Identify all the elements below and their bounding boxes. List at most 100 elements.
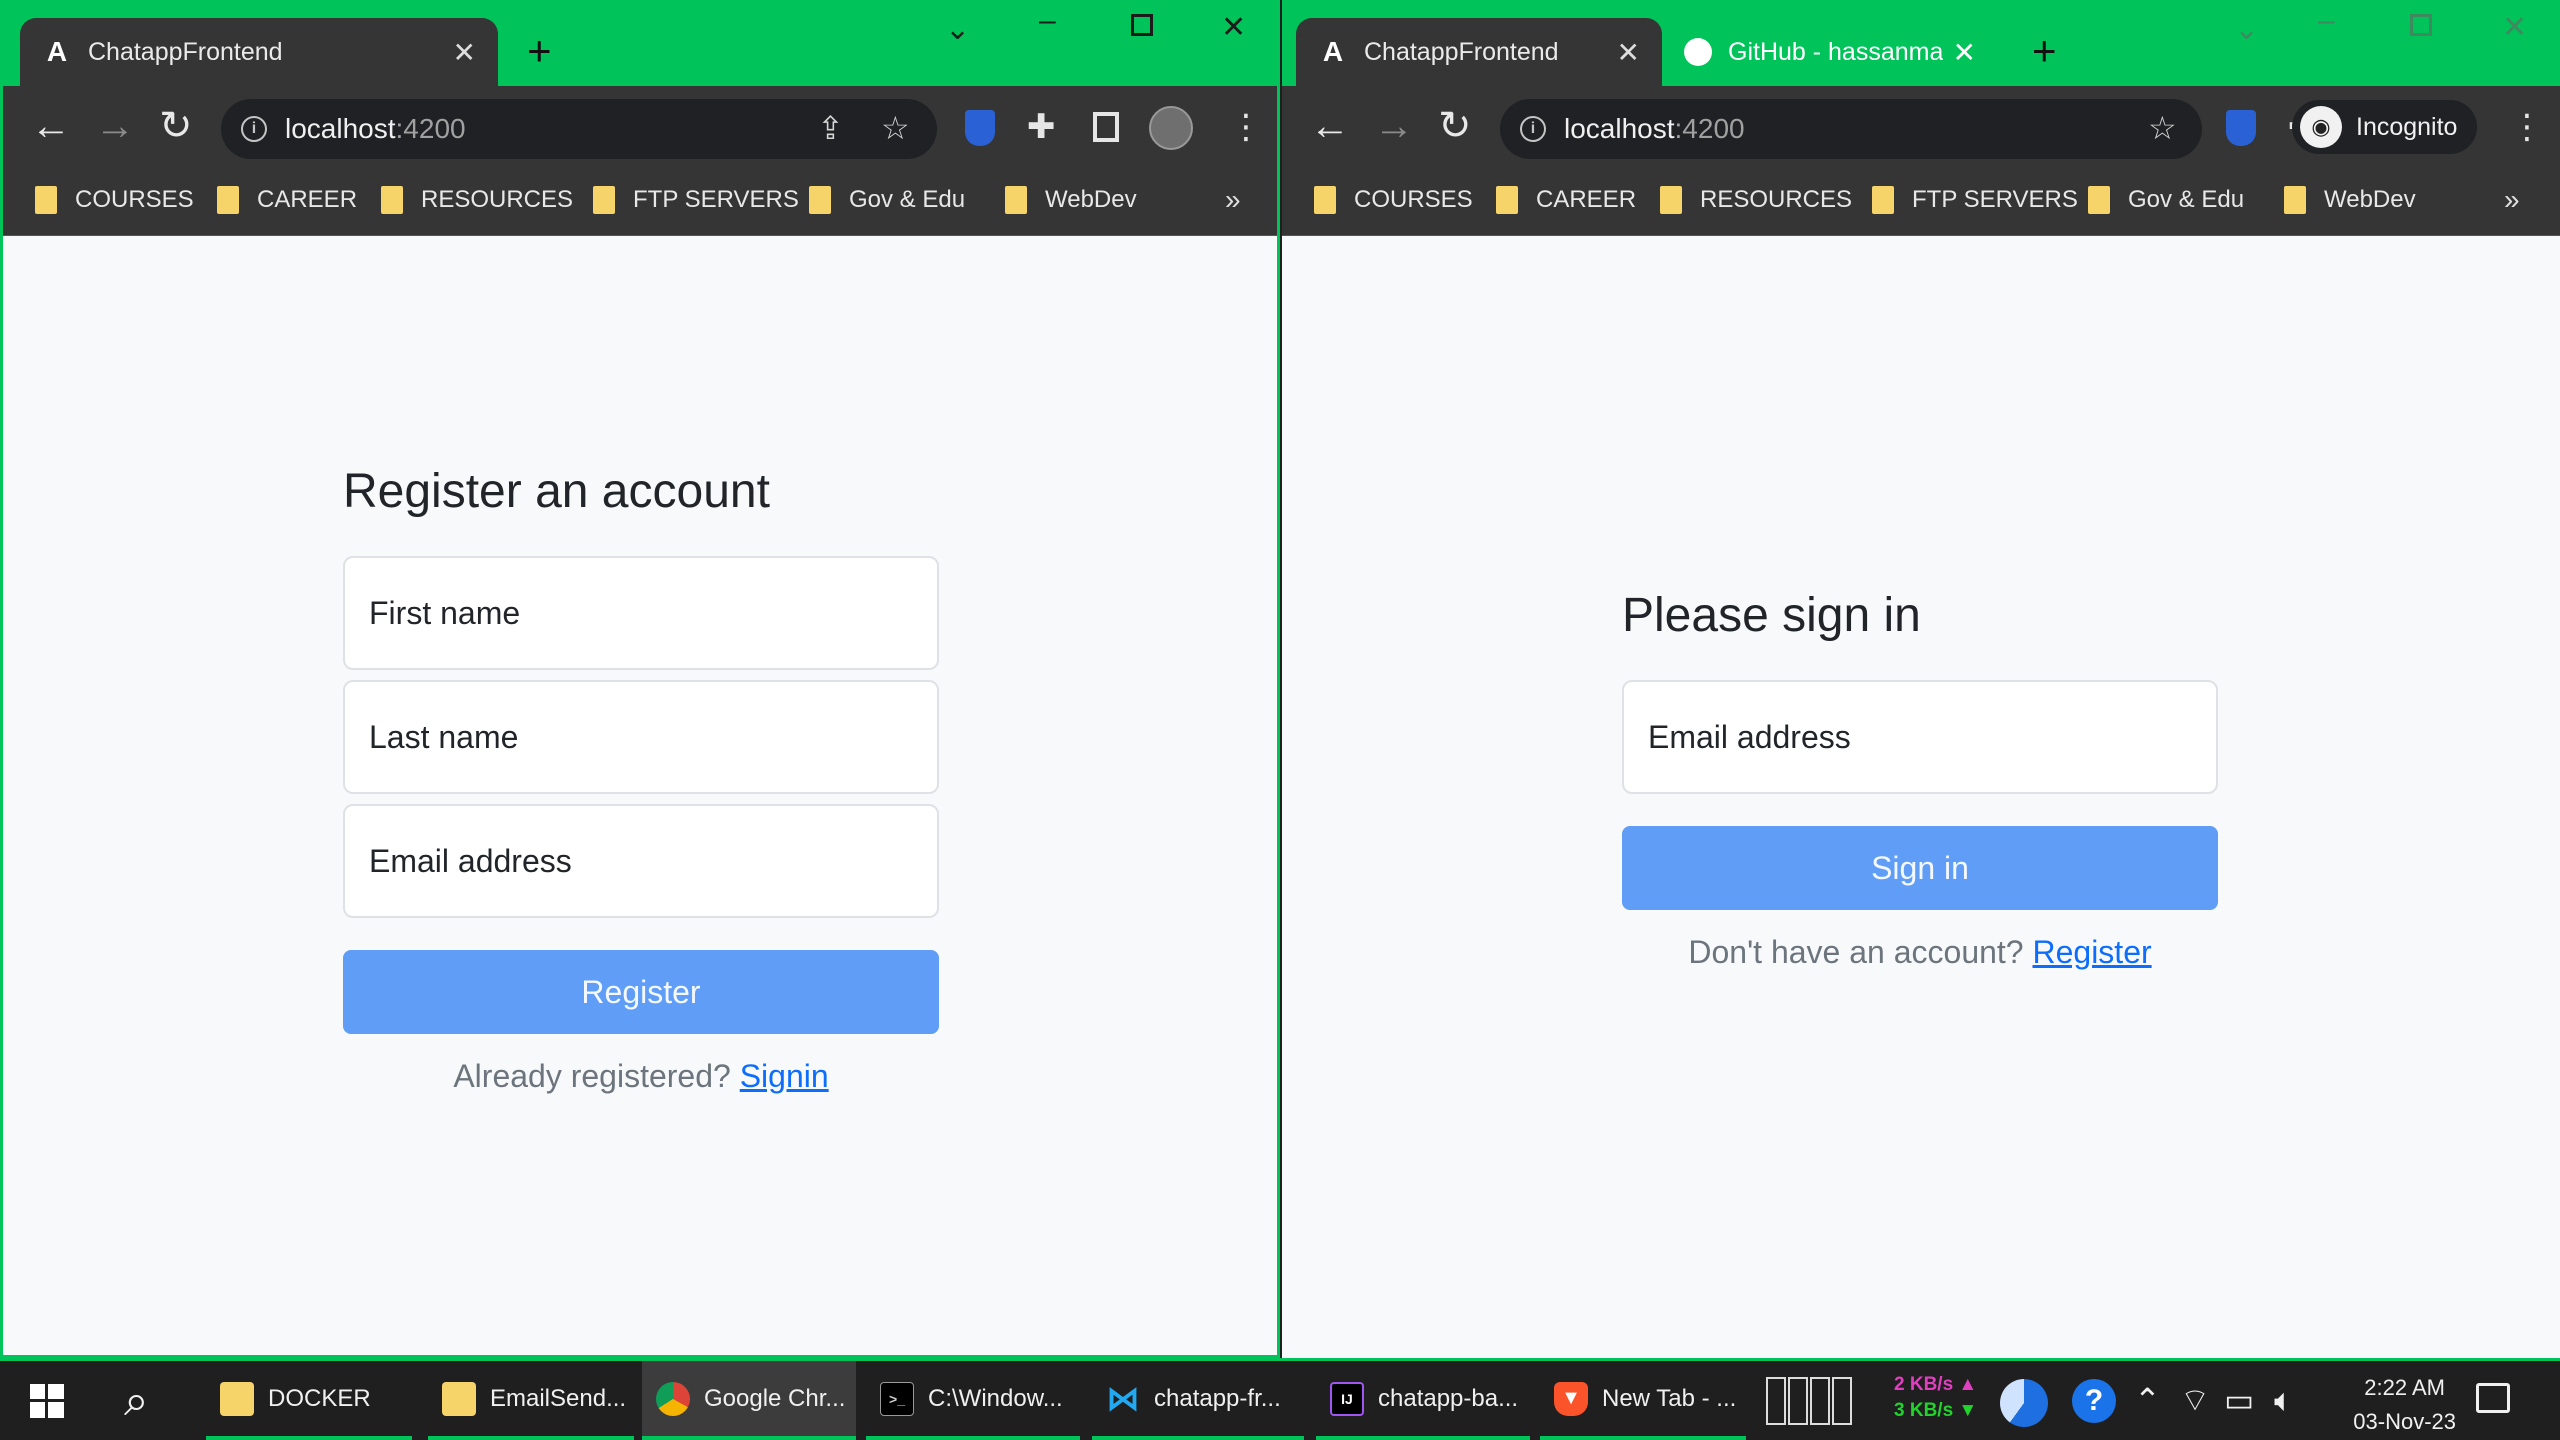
share-icon[interactable]: ⇪	[817, 109, 844, 147]
tab-chatapp[interactable]: A ChatappFrontend ✕	[20, 18, 498, 86]
bookmark-career[interactable]: CAREER	[217, 186, 357, 214]
tab-chatapp[interactable]: A ChatappFrontend ✕	[1296, 18, 1662, 86]
tab-search-icon[interactable]: ⌄	[945, 12, 970, 47]
browser-window-right: A ChatappFrontend ✕ GitHub - hassanmaht …	[1282, 0, 2560, 1358]
incognito-icon: ◉	[2300, 106, 2342, 148]
minimize-button[interactable]: –	[1039, 4, 1056, 38]
sidepanel-icon[interactable]	[1093, 112, 1119, 142]
battery-icon[interactable]: ▭	[2224, 1381, 2254, 1419]
bookmark-ftp-servers[interactable]: FTP SERVERS	[593, 186, 799, 214]
folder-icon	[1496, 186, 1518, 214]
new-tab-button[interactable]: +	[2032, 28, 2057, 74]
notification-icon[interactable]	[2476, 1383, 2510, 1413]
forward-icon[interactable]: →	[95, 104, 135, 148]
taskbar-item-docker[interactable]: DOCKER	[206, 1361, 412, 1440]
download-speed: 3 KB/s ▼	[1894, 1400, 1978, 1421]
taskbar-item-intellij[interactable]: IJ chatapp-ba...	[1316, 1361, 1530, 1440]
minimize-button[interactable]: –	[2318, 4, 2335, 38]
disk-usage-icon[interactable]	[2000, 1379, 2048, 1427]
forward-icon[interactable]: →	[1374, 104, 1414, 148]
menu-icon[interactable]: ⋮	[2510, 108, 2544, 146]
profile-avatar[interactable]	[1149, 106, 1193, 150]
signin-title: Please sign in	[1622, 589, 1921, 642]
register-button[interactable]: Register	[343, 950, 939, 1034]
bitwarden-icon[interactable]	[2226, 110, 2256, 146]
bookmark-career[interactable]: CAREER	[1496, 186, 1636, 214]
bookmarks-overflow-icon[interactable]: »	[1225, 184, 1241, 216]
email-field[interactable]: Email address	[343, 804, 939, 918]
chevron-up-icon[interactable]: ⌃	[2134, 1381, 2161, 1419]
info-icon[interactable]: i	[1520, 116, 1546, 142]
wifi-icon[interactable]: ⌔	[2180, 1381, 2210, 1419]
bookmark-gov-edu[interactable]: Gov & Edu	[809, 186, 965, 214]
address-bar[interactable]: i localhost:4200 ☆	[1500, 99, 2202, 159]
bookmark-ftp-servers[interactable]: FTP SERVERS	[1872, 186, 2078, 214]
terminal-icon: >_	[880, 1381, 914, 1416]
intellij-icon: IJ	[1330, 1381, 1364, 1416]
title-bar: A ChatappFrontend ✕ + ⌄ – ✕	[3, 0, 1277, 86]
bookmarks-overflow-icon[interactable]: »	[2504, 184, 2520, 216]
folder-icon	[220, 1381, 254, 1416]
brave-icon: ▼	[1554, 1381, 1588, 1416]
search-icon[interactable]: ⌕	[110, 1361, 149, 1440]
menu-icon[interactable]: ⋮	[1229, 108, 1263, 146]
maximize-button[interactable]	[2410, 14, 2432, 36]
clock[interactable]: 2:22 AM 03-Nov-23	[2353, 1371, 2456, 1439]
register-link[interactable]: Register	[2032, 934, 2151, 970]
bookmark-courses[interactable]: COURSES	[35, 186, 194, 214]
back-icon[interactable]: ←	[1310, 104, 1350, 148]
tab-github[interactable]: GitHub - hassanmaht ✕	[1662, 18, 1998, 86]
extensions-icon[interactable]: ✚	[1027, 108, 1056, 146]
bookmark-webdev[interactable]: WebDev	[1005, 186, 1137, 214]
back-icon[interactable]: ←	[31, 104, 71, 148]
info-icon[interactable]: i	[241, 116, 267, 142]
bookmarks-bar: COURSES CAREER RESOURCES FTP SERVERS Gov…	[3, 170, 1277, 236]
taskbar-item-cmd[interactable]: >_ C:\Window...	[866, 1361, 1080, 1440]
folder-icon	[217, 186, 239, 214]
close-window-button[interactable]: ✕	[1221, 10, 1246, 45]
bookmark-resources[interactable]: RESOURCES	[381, 186, 573, 214]
register-prompt: Don't have an account? Register	[1688, 934, 2152, 970]
star-icon[interactable]: ☆	[881, 109, 910, 147]
close-window-button[interactable]: ✕	[2502, 10, 2527, 45]
incognito-indicator[interactable]: ◉ Incognito	[2292, 100, 2478, 154]
close-tab-icon[interactable]: ✕	[453, 36, 476, 69]
bitwarden-icon[interactable]	[965, 110, 995, 146]
reload-icon[interactable]: ↻	[1438, 104, 1472, 148]
first-name-field[interactable]: First name	[343, 556, 939, 670]
folder-icon	[1005, 186, 1027, 214]
bookmark-resources[interactable]: RESOURCES	[1660, 186, 1852, 214]
taskbar-item-brave[interactable]: ▼ New Tab - ...	[1540, 1361, 1746, 1440]
close-tab-icon[interactable]: ✕	[1953, 36, 1976, 69]
email-field[interactable]: Email address	[1622, 680, 2218, 794]
taskbar-item-chrome[interactable]: Google Chr...	[642, 1361, 856, 1440]
volume-icon[interactable]: 🔈︎	[2274, 1381, 2293, 1419]
taskbar-item-vscode[interactable]: ⋈ chatapp-fr...	[1092, 1361, 1304, 1440]
address-bar[interactable]: i localhost:4200 ⇪ ☆	[221, 99, 937, 159]
signin-button[interactable]: Sign in	[1622, 826, 2218, 910]
last-name-field[interactable]: Last name	[343, 680, 939, 794]
bookmark-gov-edu[interactable]: Gov & Edu	[2088, 186, 2244, 214]
bookmark-courses[interactable]: COURSES	[1314, 186, 1473, 214]
taskbar-item-emailsend[interactable]: EmailSend...	[428, 1361, 634, 1440]
folder-icon	[442, 1381, 476, 1416]
reload-icon[interactable]: ↻	[159, 104, 193, 148]
signin-link[interactable]: Signin	[740, 1058, 829, 1094]
help-icon[interactable]: ?	[2072, 1379, 2116, 1423]
folder-icon	[1872, 186, 1894, 214]
tab-search-icon[interactable]: ⌄	[2234, 12, 2259, 47]
toolbar: ← → ↻ i localhost:4200 ☆ ✚ ◉ Incognito ⋮	[1282, 86, 2560, 170]
windows-start-icon[interactable]	[16, 1361, 64, 1440]
bookmark-webdev[interactable]: WebDev	[2284, 186, 2416, 214]
folder-icon	[381, 186, 403, 214]
close-tab-icon[interactable]: ✕	[1617, 36, 1640, 69]
folder-icon	[809, 186, 831, 214]
angular-icon: A	[46, 36, 68, 67]
maximize-button[interactable]	[1131, 14, 1153, 36]
new-tab-button[interactable]: +	[527, 28, 552, 74]
star-icon[interactable]: ☆	[2148, 109, 2177, 147]
tab-title: ChatappFrontend	[1364, 37, 1559, 66]
chrome-icon	[656, 1381, 690, 1416]
folder-icon	[35, 186, 57, 214]
url-host: localhost	[1564, 113, 1675, 144]
